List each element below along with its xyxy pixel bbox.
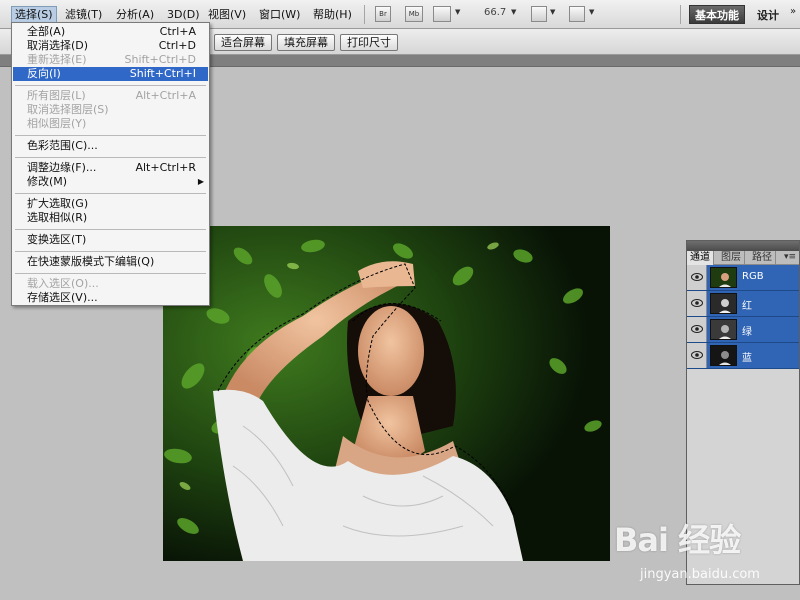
menu-analysis[interactable]: 分析(A) — [113, 6, 157, 23]
menu-separator — [15, 193, 206, 194]
screen-mode-dropdown-icon[interactable]: ▼ — [589, 8, 594, 16]
canvas-image[interactable] — [163, 226, 610, 561]
fill-screen-button[interactable]: 填充屏幕 — [277, 34, 335, 51]
mini-bridge-icon[interactable]: Mb — [405, 6, 423, 22]
visibility-toggle[interactable] — [687, 343, 707, 368]
arrange-documents-icon[interactable] — [531, 6, 547, 22]
menu-item-color-range[interactable]: 色彩范围(C)... — [13, 139, 208, 153]
panel-tabs: 通道 图层 路径 ▾≡ — [687, 251, 799, 265]
menu-filter[interactable]: 滤镜(T) — [62, 6, 105, 23]
more-workspaces-icon[interactable]: » — [790, 6, 796, 17]
menu-item-refine-edge[interactable]: 调整边缘(F)... Alt+Ctrl+R — [13, 161, 208, 175]
menu-separator — [15, 157, 206, 158]
channel-thumbnail — [710, 267, 737, 288]
menu-item-quick-mask[interactable]: 在快速蒙版模式下编辑(Q) — [13, 255, 208, 269]
menu-item-save-selection[interactable]: 存储选区(V)... — [13, 291, 208, 305]
menu-separator — [15, 135, 206, 136]
bridge-icon[interactable]: Br — [375, 6, 391, 22]
menu-item-all[interactable]: 全部(A) Ctrl+A — [13, 25, 208, 39]
menu-separator — [15, 251, 206, 252]
eye-icon — [691, 273, 703, 281]
zoom-dropdown-icon[interactable]: ▼ — [511, 8, 516, 16]
zoom-level[interactable]: 66.7 — [484, 7, 506, 18]
visibility-toggle[interactable] — [687, 317, 707, 342]
menu-item-grow[interactable]: 扩大选取(G) — [13, 197, 208, 211]
channel-name: 绿 — [742, 327, 752, 338]
menu-window[interactable]: 窗口(W) — [256, 6, 303, 23]
submenu-arrow-icon: ▶ — [197, 177, 204, 186]
visibility-toggle[interactable] — [687, 265, 707, 290]
menu-item-similar-layers[interactable]: 相似图层(Y) — [13, 117, 208, 131]
watermark-url: jingyan.baidu.com — [640, 567, 760, 582]
channel-name: RGB — [742, 271, 764, 282]
menu-separator — [15, 229, 206, 230]
tab-channels[interactable]: 通道 — [687, 251, 714, 265]
print-size-button[interactable]: 打印尺寸 — [340, 34, 398, 51]
menu-item-load-selection[interactable]: 载入选区(O)... — [13, 277, 208, 291]
view-extras-icon[interactable] — [433, 6, 451, 22]
menu-select[interactable]: 选择(S) — [11, 6, 57, 23]
channel-thumbnail — [710, 345, 737, 366]
menu-item-all-layers[interactable]: 所有图层(L) Alt+Ctrl+A — [13, 89, 208, 103]
channel-row-green[interactable]: 绿 — [687, 317, 799, 343]
menu-separator — [15, 273, 206, 274]
fit-screen-button[interactable]: 适合屏幕 — [214, 34, 272, 51]
channel-thumbnail — [710, 293, 737, 314]
view-extras-dropdown-icon[interactable]: ▼ — [455, 8, 460, 16]
channel-row-rgb[interactable]: RGB — [687, 265, 799, 291]
workspace-design-button[interactable]: 设计 — [757, 7, 779, 23]
menu-3d[interactable]: 3D(D) — [164, 6, 203, 23]
arrange-dropdown-icon[interactable]: ▼ — [550, 8, 555, 16]
channel-name: 蓝 — [742, 353, 752, 364]
panel-title-bar[interactable] — [687, 241, 799, 251]
channel-name: 红 — [742, 301, 752, 312]
channel-row-red[interactable]: 红 — [687, 291, 799, 317]
menu-item-modify[interactable]: 修改(M) ▶ — [13, 175, 208, 189]
menu-help[interactable]: 帮助(H) — [310, 6, 355, 23]
workspace-essentials-button[interactable]: 基本功能 — [689, 5, 745, 24]
menu-item-similar[interactable]: 选取相似(R) — [13, 211, 208, 225]
toolbar-divider — [364, 5, 365, 24]
menu-view[interactable]: 视图(V) — [205, 6, 249, 23]
visibility-toggle[interactable] — [687, 291, 707, 316]
eye-icon — [691, 299, 703, 307]
menu-item-reselect[interactable]: 重新选择(E) Shift+Ctrl+D — [13, 53, 208, 67]
select-dropdown-menu: 全部(A) Ctrl+A 取消选择(D) Ctrl+D 重新选择(E) Shift+C… — [11, 22, 210, 306]
menu-item-deselect-layers[interactable]: 取消选择图层(S) — [13, 103, 208, 117]
menu-separator — [15, 85, 206, 86]
eye-icon — [691, 351, 703, 359]
channel-thumbnail — [710, 319, 737, 340]
panel-menu-icon[interactable]: ▾≡ — [784, 252, 796, 262]
menu-item-deselect[interactable]: 取消选择(D) Ctrl+D — [13, 39, 208, 53]
channel-row-blue[interactable]: 蓝 — [687, 343, 799, 369]
toolbar-divider — [680, 5, 681, 24]
menu-item-inverse[interactable]: 反向(I) Shift+Ctrl+I — [13, 67, 208, 81]
screen-mode-icon[interactable] — [569, 6, 585, 22]
baidu-jingyan-logo: Bai 经验 — [614, 521, 741, 559]
tab-paths[interactable]: 路径 — [749, 251, 776, 265]
tab-layers[interactable]: 图层 — [718, 251, 745, 265]
eye-icon — [691, 325, 703, 333]
menu-item-transform-selection[interactable]: 变换选区(T) — [13, 233, 208, 247]
photo-illustration — [163, 226, 610, 561]
